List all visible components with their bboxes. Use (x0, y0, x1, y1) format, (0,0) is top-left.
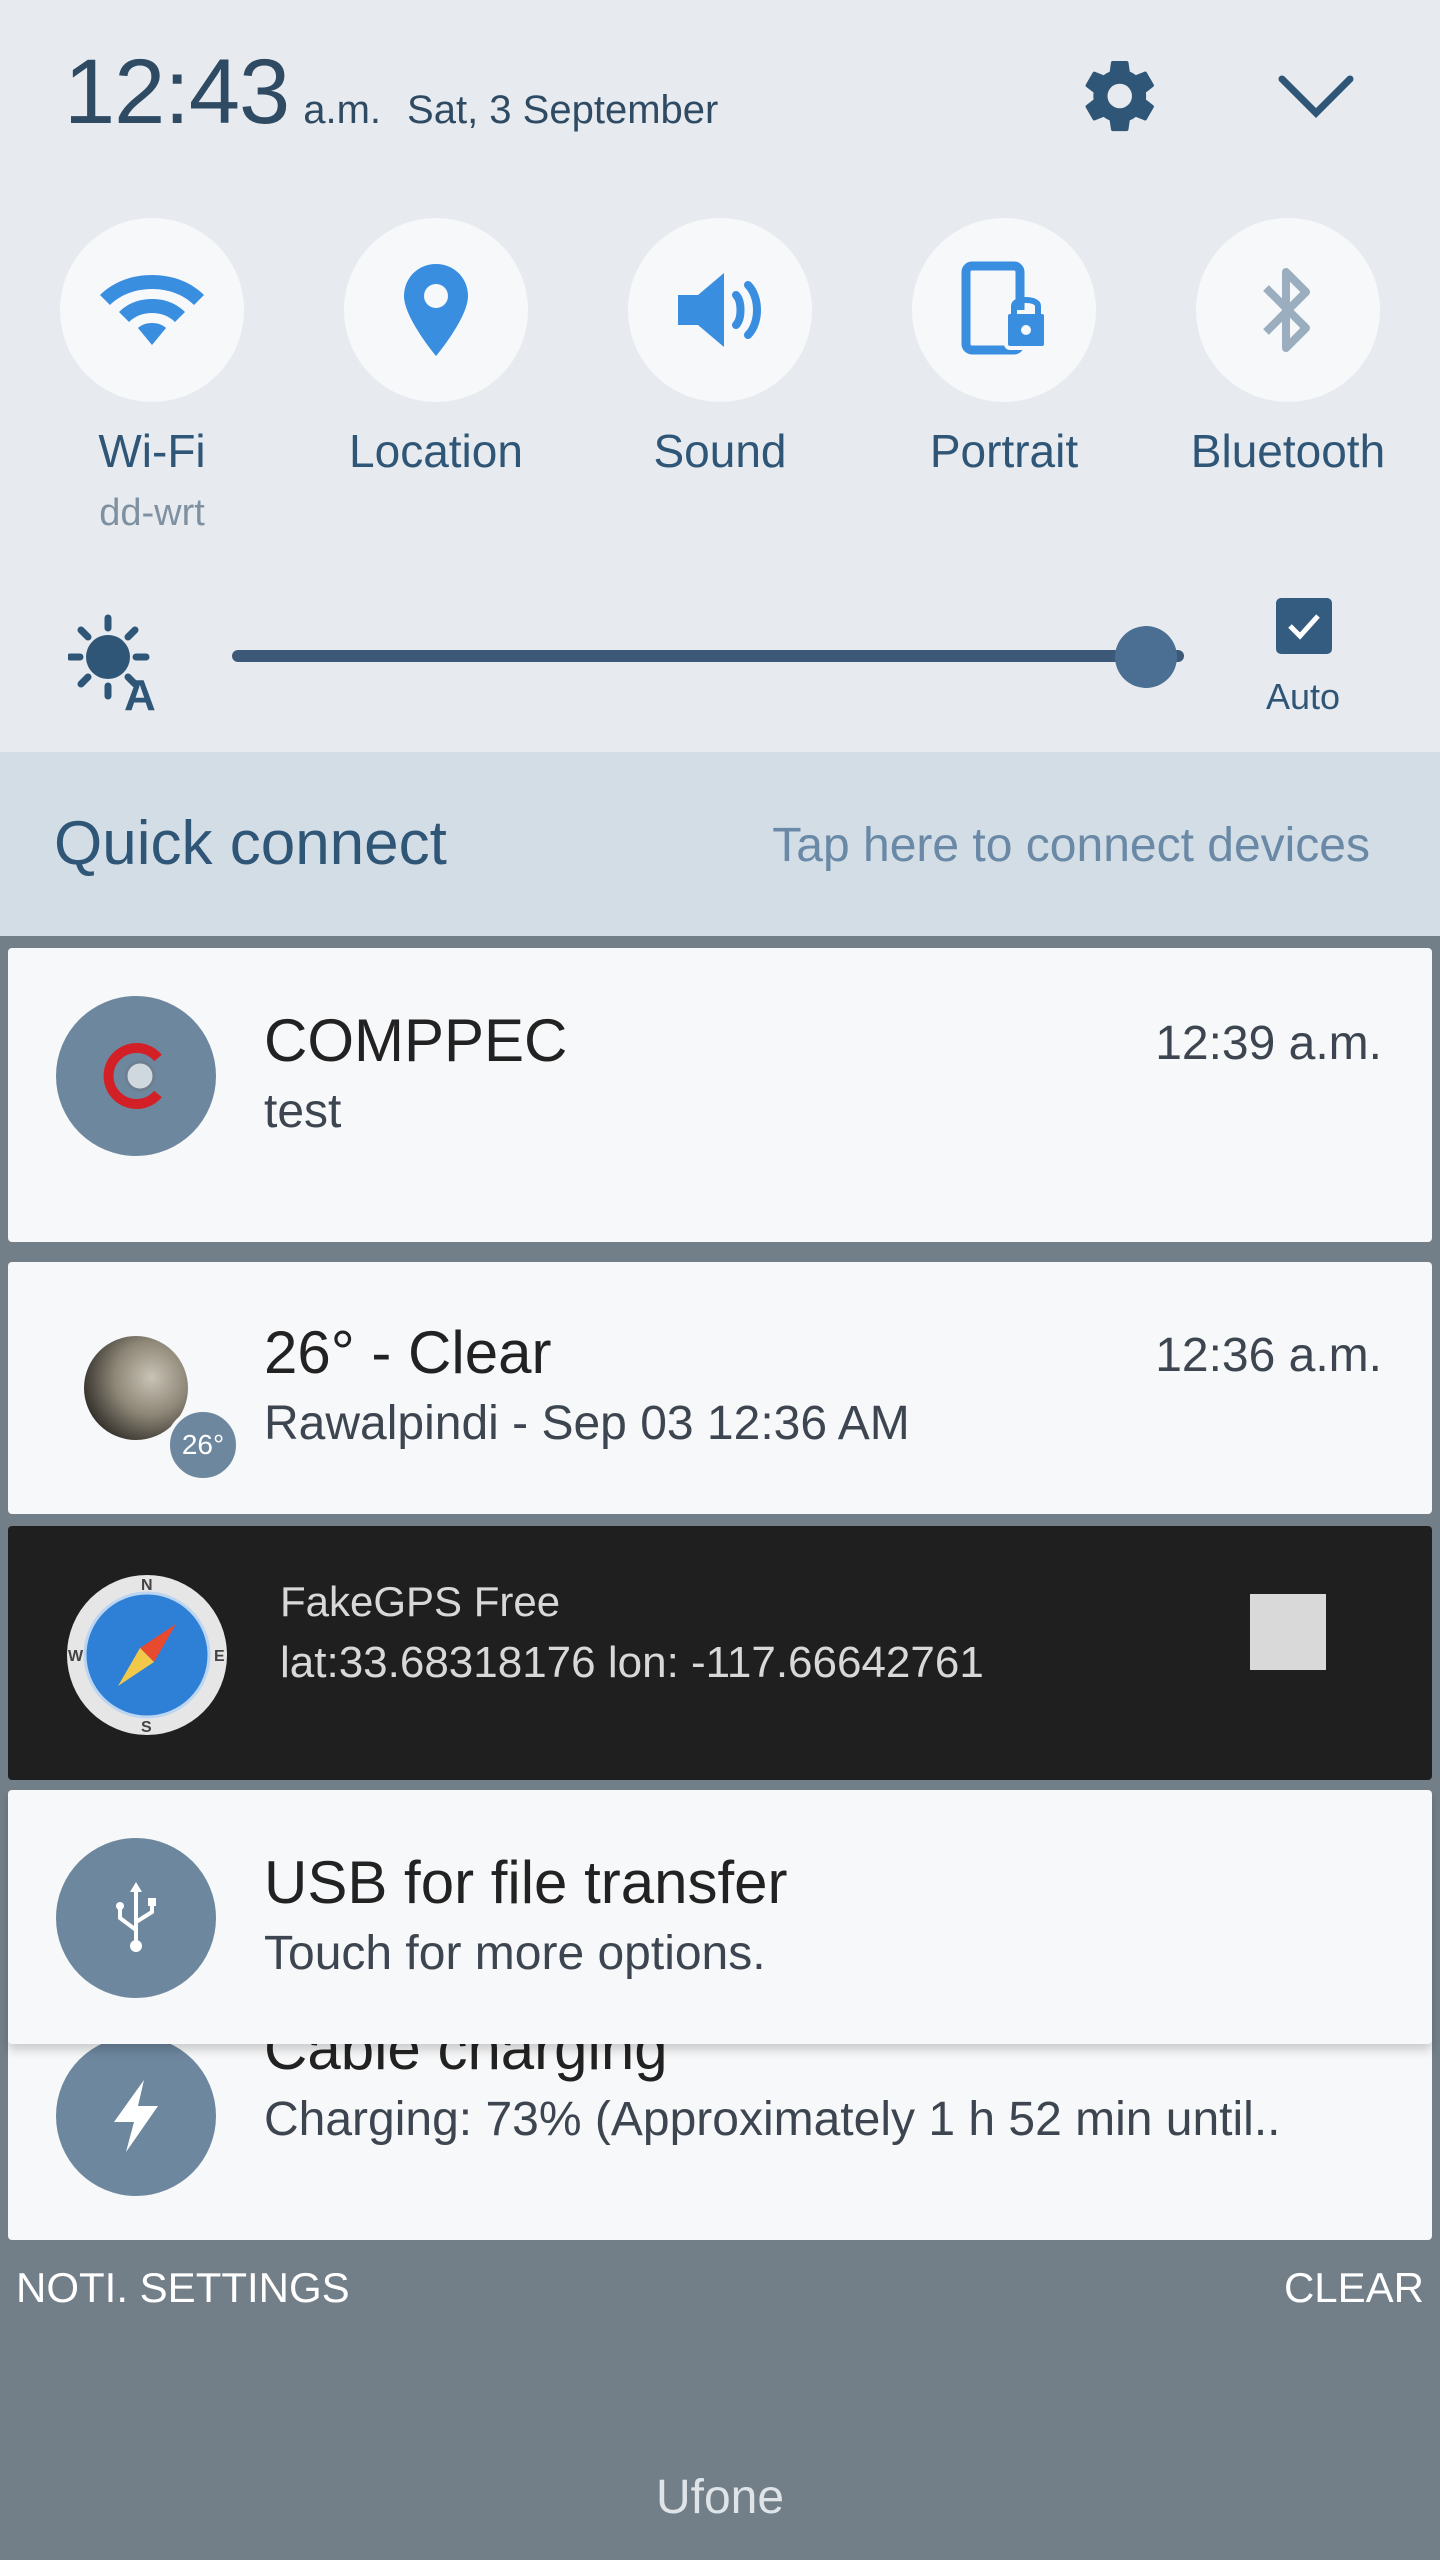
notification-time: 12:39 a.m. (1155, 1017, 1382, 1070)
svg-text:W: W (68, 1648, 84, 1665)
lightning-icon (56, 2036, 216, 2196)
clock: 12:43 (64, 41, 290, 143)
collapse-button[interactable] (1266, 46, 1366, 146)
notification-actions: NOTI. SETTINGS CLEAR (0, 2240, 1440, 2340)
notification-title: USB for file transfer (264, 1849, 788, 1916)
tile-wifi-label: Wi-Fi (98, 425, 206, 477)
tile-bluetooth[interactable]: Bluetooth (1158, 218, 1418, 478)
notification-title: FakeGPS Free (280, 1578, 561, 1625)
settings-button[interactable] (1070, 46, 1170, 146)
notification-weather[interactable]: 26° 26° - Clear Rawalpindi - Sep 03 12:3… (8, 1262, 1432, 1514)
clear-button[interactable]: CLEAR (1284, 2264, 1424, 2312)
clock-ampm: a.m. (303, 88, 382, 132)
brightness-slider-thumb[interactable] (1114, 626, 1177, 688)
quick-settings-tiles: Wi-Fi dd-wrt Location Sound Portrait Blu… (0, 218, 1440, 548)
quick-connect-title: Quick connect (54, 809, 447, 878)
notification-usb[interactable]: USB for file transfer Touch for more opt… (8, 1790, 1432, 2044)
auto-brightness-checkbox[interactable] (1276, 598, 1332, 654)
tile-sound-button[interactable] (628, 218, 812, 402)
quick-connect-hint: Tap here to connect devices (772, 819, 1370, 872)
notification-fakegps[interactable]: N S W E FakeGPS Free lat:33.68318176 lon… (8, 1526, 1432, 1780)
auto-brightness-icon: A (66, 612, 168, 720)
svg-text:E: E (214, 1648, 225, 1665)
notification-text: lat:33.68318176 lon: -117.66642761 (280, 1638, 984, 1687)
wifi-icon (100, 275, 204, 345)
svg-text:S: S (141, 1719, 152, 1736)
svg-text:N: N (141, 1577, 153, 1594)
tile-wifi[interactable]: Wi-Fi dd-wrt (22, 218, 282, 535)
tile-location-button[interactable] (344, 218, 528, 402)
chevron-down-icon (1278, 75, 1354, 118)
tile-bluetooth-button[interactable] (1196, 218, 1380, 402)
brightness-slider-track[interactable] (232, 650, 1184, 662)
svg-text:A: A (124, 671, 156, 712)
tile-sound[interactable]: Sound (590, 218, 850, 478)
auto-brightness-label: Auto (1266, 676, 1341, 717)
gear-icon (1085, 60, 1154, 132)
notification-text: Touch for more options. (264, 1927, 766, 1980)
tile-wifi-network: dd-wrt (99, 492, 205, 534)
carrier-label: Ufone (655, 2471, 785, 2524)
location-pin-icon (404, 264, 468, 356)
notification-text: Charging: 73% (Approximately 1 h 52 min … (264, 2093, 1281, 2146)
portrait-lock-icon (961, 261, 1048, 355)
date: Sat, 3 September (407, 88, 719, 132)
notification-comppec[interactable]: COMPPEC test 12:39 a.m. (8, 948, 1432, 1242)
noti-settings-button[interactable]: NOTI. SETTINGS (16, 2264, 350, 2312)
comppec-app-icon (56, 996, 216, 1156)
tile-wifi-button[interactable] (60, 218, 244, 402)
tile-bluetooth-label: Bluetooth (1190, 425, 1386, 477)
tile-location[interactable]: Location (306, 218, 566, 478)
status-time-row: 12:43 a.m. Sat, 3 September (64, 40, 718, 150)
checkmark-icon (1288, 614, 1320, 640)
notification-time: 12:36 a.m. (1155, 1329, 1382, 1382)
bluetooth-icon (1263, 268, 1310, 352)
temperature-badge: 26° (166, 1408, 240, 1482)
tile-portrait[interactable]: Portrait (874, 218, 1134, 478)
quick-settings-panel: 12:43 a.m. Sat, 3 September Wi-Fi dd-wrt (0, 0, 1440, 752)
usb-icon (56, 1838, 216, 1998)
notification-title: 26° - Clear (264, 1319, 552, 1386)
compass-icon: N S W E (64, 1572, 230, 1738)
tile-location-label: Location (349, 425, 523, 477)
stop-button[interactable] (1250, 1594, 1326, 1670)
tile-portrait-label: Portrait (929, 425, 1079, 477)
notification-title: COMPPEC (264, 1007, 568, 1074)
quick-connect-bar[interactable]: Quick connect Tap here to connect device… (0, 752, 1440, 936)
notification-text: test (264, 1085, 342, 1138)
notification-text: Rawalpindi - Sep 03 12:36 AM (264, 1397, 910, 1450)
tile-sound-label: Sound (653, 425, 787, 477)
speaker-icon (678, 273, 761, 347)
tile-portrait-button[interactable] (912, 218, 1096, 402)
